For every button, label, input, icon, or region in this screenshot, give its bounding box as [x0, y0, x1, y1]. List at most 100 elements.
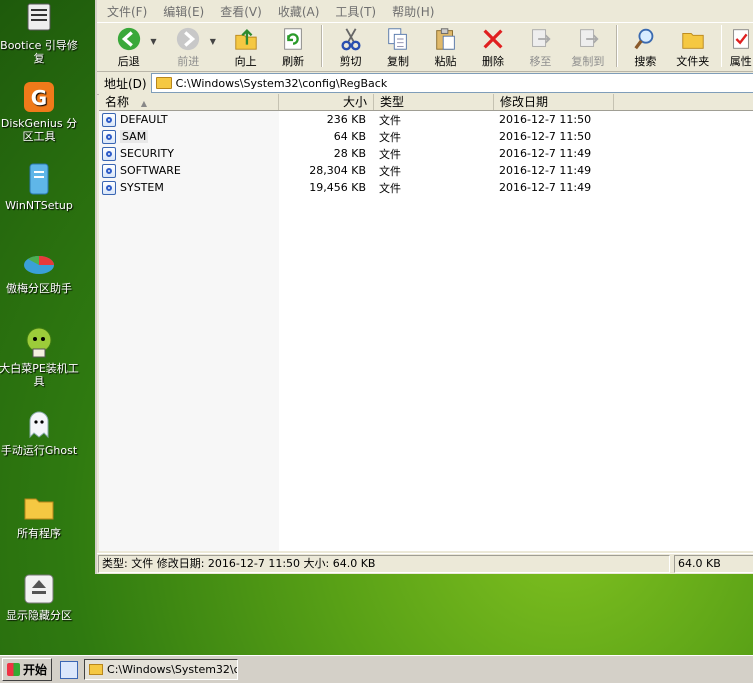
file-name-cell: DEFAULT [99, 112, 277, 127]
partition-assistant-icon [24, 256, 54, 274]
column-header-name[interactable]: 名称 ▲ [99, 94, 279, 110]
svg-text:G: G [31, 86, 47, 110]
menu-edit[interactable]: 编辑(E) [163, 3, 204, 20]
system-file-icon [102, 163, 116, 178]
table-row[interactable]: DEFAULT 236 KB 文件 2016-12-7 11:50 [99, 111, 753, 128]
desktop-icon-label: 所有程序 [17, 527, 61, 540]
file-name: SOFTWARE [120, 164, 181, 177]
search-label: 搜索 [634, 55, 657, 68]
column-header-filler [614, 94, 753, 110]
file-name: DEFAULT [120, 113, 168, 126]
table-row[interactable]: SYSTEM 19,456 KB 文件 2016-12-7 11:49 [99, 179, 753, 196]
folder-icon [89, 664, 104, 675]
menu-tools[interactable]: 工具(T) [335, 3, 376, 20]
delete-label: 删除 [481, 55, 504, 68]
delete-button[interactable]: 删除 [469, 23, 516, 69]
desktop-icon-show-hidden[interactable]: 显示隐藏分区 [0, 572, 79, 622]
address-input[interactable]: C:\Windows\System32\config\RegBack [150, 73, 753, 93]
back-label: 后退 [117, 55, 140, 68]
paste-icon [435, 28, 455, 50]
chevron-down-icon[interactable]: ▼ [210, 37, 216, 46]
paste-button[interactable]: 粘贴 [422, 23, 469, 69]
folder-icon [682, 32, 704, 49]
file-name-cell: SECURITY [99, 146, 277, 161]
desktop-icon-aomei[interactable]: 傲梅分区助手 [0, 245, 79, 295]
column-header-type[interactable]: 类型 [374, 94, 494, 110]
folders-label: 文件夹 [676, 55, 710, 68]
file-type: 文件 [379, 181, 401, 195]
desktop-icon-dabaicai[interactable]: 大白菜PE装机工具 [0, 325, 79, 388]
file-type: 文件 [379, 164, 401, 178]
file-size: 236 KB [326, 113, 366, 126]
file-modified: 2016-12-7 11:50 [499, 113, 592, 126]
partition-eject-icon [24, 574, 54, 604]
forward-button[interactable]: 前进 ▼ [164, 23, 216, 69]
desktop-icon-label: 手动运行Ghost [0, 444, 78, 457]
desktop-icon-bootice[interactable]: Bootice 引导修复 [0, 2, 79, 65]
system-file-icon [102, 129, 116, 144]
up-button[interactable]: 向上 [222, 23, 269, 69]
menu-file[interactable]: 文件(F) [107, 3, 147, 20]
up-label: 向上 [234, 55, 257, 68]
taskbar-window-button[interactable]: C:\Windows\System32\c... [84, 659, 239, 680]
refresh-label: 刷新 [282, 55, 305, 68]
folder-up-icon [234, 29, 257, 50]
address-label: 地址(D) [104, 76, 147, 91]
file-size: 19,456 KB [309, 181, 366, 194]
diskgenius-icon: G [24, 82, 54, 112]
start-button[interactable]: 开始 [2, 658, 53, 681]
desktop-icon-label: 傲梅分区助手 [6, 282, 72, 295]
folder-icon [24, 498, 54, 520]
move-to-button[interactable]: 移至 [517, 23, 564, 69]
desktop-icon-label: 显示隐藏分区 [6, 609, 72, 622]
desktop-icon-label: 大白菜PE装机工具 [0, 362, 79, 388]
copy-to-button[interactable]: 复制到 [564, 23, 611, 69]
winntsetup-icon [29, 163, 49, 195]
file-name: SAM [120, 130, 149, 143]
toolbar-separator [320, 25, 323, 67]
desktop-icon-ghost[interactable]: 手动运行Ghost [0, 407, 79, 457]
address-bar: 地址(D) C:\Windows\System32\config\RegBack [97, 72, 753, 95]
address-value: C:\Windows\System32\config\RegBack [175, 76, 388, 90]
file-list[interactable]: 名称 ▲ 大小 类型 修改日期 DEFAULT 236 KB 文件 2016-1… [99, 94, 753, 551]
desktop-icon-diskgenius[interactable]: G DiskGenius 分区工具 [0, 80, 79, 143]
menu-favorites[interactable]: 收藏(A) [278, 3, 320, 20]
column-header-modified[interactable]: 修改日期 [494, 94, 614, 110]
copy-to-icon [580, 29, 599, 47]
desktop-icon-all-programs[interactable]: 所有程序 [0, 490, 79, 540]
quick-launch-explorer-icon[interactable] [60, 660, 79, 679]
file-modified: 2016-12-7 11:49 [499, 181, 592, 194]
system-file-icon [102, 146, 116, 161]
menu-bar: 文件(F) 编辑(E) 查看(V) 收藏(A) 工具(T) 帮助(H) [97, 0, 753, 22]
back-button[interactable]: 后退 ▼ [105, 23, 156, 69]
properties-icon [732, 29, 749, 49]
cut-label: 剪切 [339, 55, 362, 68]
start-label: 开始 [23, 663, 48, 677]
paste-label: 粘贴 [434, 55, 457, 68]
desktop-icon-winntsetup[interactable]: WinNTSetup [0, 162, 79, 212]
menu-help[interactable]: 帮助(H) [392, 3, 434, 20]
copy-to-label: 复制到 [571, 55, 605, 68]
copy-label: 复制 [387, 55, 410, 68]
refresh-icon [284, 28, 302, 50]
search-button[interactable]: 搜索 [622, 23, 669, 69]
toolbar-separator [615, 25, 618, 67]
properties-button[interactable]: 属性 [726, 23, 753, 69]
desktop-icon-label: WinNTSetup [5, 199, 73, 212]
refresh-button[interactable]: 刷新 [269, 23, 316, 69]
search-icon [634, 28, 654, 50]
file-name: SYSTEM [120, 181, 164, 194]
menu-view[interactable]: 查看(V) [220, 3, 262, 20]
delete-x-icon [483, 29, 503, 49]
chevron-down-icon[interactable]: ▼ [150, 37, 156, 46]
table-row[interactable]: SECURITY 28 KB 文件 2016-12-7 11:49 [99, 145, 753, 162]
cut-button[interactable]: 剪切 [327, 23, 374, 69]
system-file-icon [102, 180, 116, 195]
column-name-label: 名称 [105, 95, 130, 109]
copy-button[interactable]: 复制 [374, 23, 421, 69]
table-row[interactable]: SOFTWARE 28,304 KB 文件 2016-12-7 11:49 [99, 162, 753, 179]
file-size: 64 KB [333, 130, 366, 143]
folders-button[interactable]: 文件夹 [669, 23, 716, 69]
column-header-size[interactable]: 大小 [279, 94, 374, 110]
table-row-selected[interactable]: SAM 64 KB 文件 2016-12-7 11:50 [99, 128, 753, 145]
